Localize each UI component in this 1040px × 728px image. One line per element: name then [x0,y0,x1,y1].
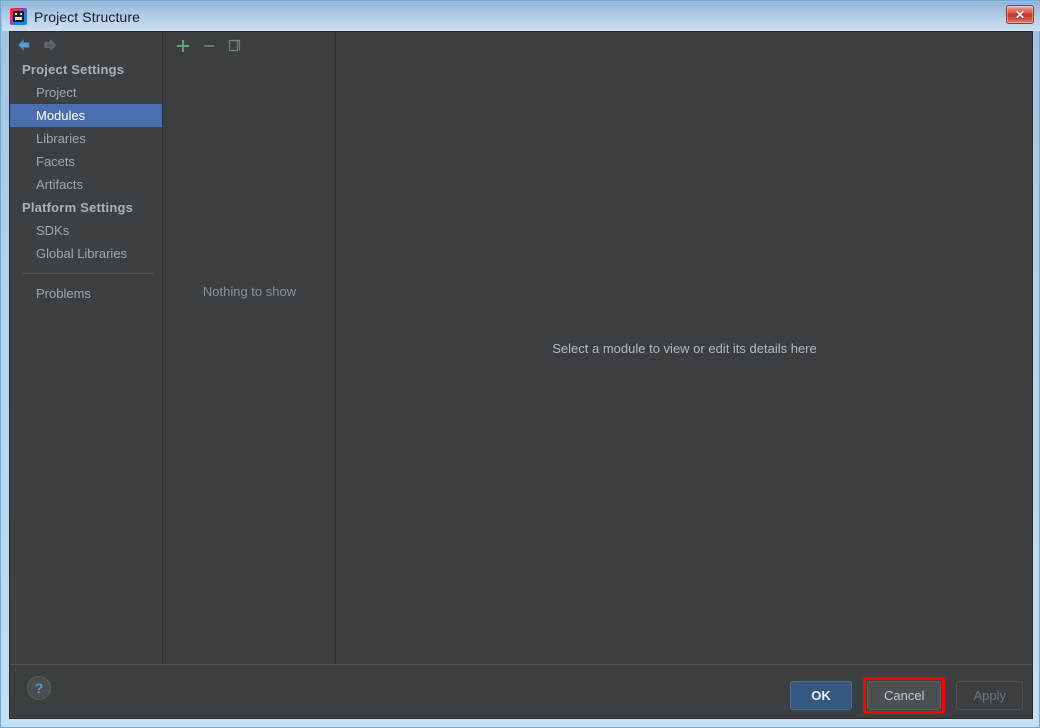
sidebar-item-project[interactable]: Project [10,81,162,104]
module-detail-panel: Select a module to view or edit its deta… [337,32,1032,665]
sidebar-item-facets[interactable]: Facets [10,150,162,173]
window-controls: ✕ [1006,5,1034,24]
sidebar-item-global-libraries[interactable]: Global Libraries [10,242,162,265]
settings-sidebar: Project Settings Project Modules Librari… [10,32,163,665]
copy-icon [227,38,243,54]
sidebar-item-libraries[interactable]: Libraries [10,127,162,150]
close-icon: ✕ [1015,9,1025,21]
sidebar-divider [22,273,154,274]
arrow-right-icon [42,38,58,52]
window-title: Project Structure [34,9,140,25]
sidebar-item-artifacts[interactable]: Artifacts [10,173,162,196]
dialog-content: Project Settings Project Modules Librari… [9,31,1033,719]
apply-button: Apply [956,681,1023,710]
intellij-idea-icon [10,8,27,25]
sidebar-group-platform-settings: Platform Settings [10,196,162,219]
sidebar-item-sdks[interactable]: SDKs [10,219,162,242]
detail-empty-text: Select a module to view or edit its deta… [337,341,1032,356]
sidebar-navigation [10,32,162,58]
ok-button[interactable]: OK [790,681,852,710]
help-label: ? [35,680,44,696]
question-mark-icon[interactable]: ? [27,676,51,700]
arrow-left-icon[interactable] [16,38,32,52]
sidebar-item-modules[interactable]: Modules [10,104,162,127]
dialog-button-group: OK Cancel Apply [790,677,1023,714]
sidebar-item-problems[interactable]: Problems [10,282,162,305]
modules-empty-text: Nothing to show [164,284,335,299]
sidebar-group-project-settings: Project Settings [10,58,162,81]
modules-toolbar [164,32,335,59]
cancel-button-highlight: Cancel [863,677,945,714]
modules-list-panel: Nothing to show [164,32,336,665]
plus-icon[interactable] [175,38,191,54]
project-structure-window: Project Structure ✕ [0,0,1040,728]
close-button[interactable]: ✕ [1006,5,1034,24]
cancel-button[interactable]: Cancel [867,681,941,710]
title-bar: Project Structure ✕ [2,2,1040,31]
minus-icon [201,38,217,54]
dialog-bottom-bar: ? OK Cancel Apply [10,664,1032,718]
